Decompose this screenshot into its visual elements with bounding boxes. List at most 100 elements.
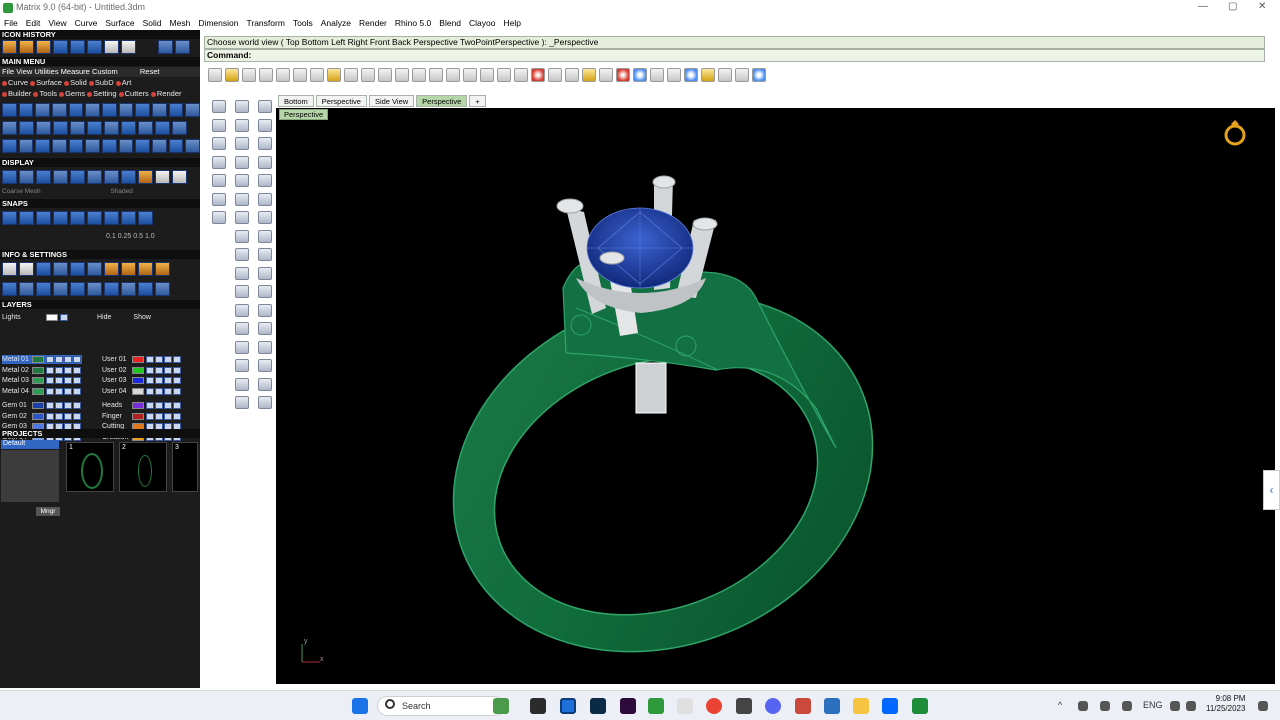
layer-visibility-toggle[interactable] — [155, 412, 163, 420]
layer-select-toggle[interactable] — [173, 412, 181, 420]
zalo-icon[interactable] — [882, 698, 898, 714]
setting-icon[interactable] — [121, 262, 136, 276]
snap-icon[interactable] — [2, 211, 17, 225]
display-mesh-select[interactable]: Coarse Mesh — [2, 188, 41, 195]
add-tab-button[interactable]: + — [469, 95, 486, 107]
arrow-left-icon[interactable] — [158, 40, 173, 54]
tool-icon[interactable] — [68, 103, 84, 117]
layer-row[interactable]: Metal 01 — [2, 355, 82, 364]
modeling-tool-icon[interactable] — [235, 396, 249, 409]
setting-icon[interactable] — [2, 262, 17, 276]
setting-icon[interactable] — [104, 262, 119, 276]
layer-lock-toggle[interactable] — [164, 402, 172, 409]
layer-visibility-toggle[interactable] — [55, 366, 63, 374]
history-tool-icon[interactable] — [70, 40, 85, 54]
display-icon[interactable] — [87, 170, 102, 184]
tool-icon[interactable] — [185, 103, 201, 117]
setting-icon[interactable] — [53, 282, 68, 296]
tool-icon[interactable] — [35, 139, 51, 153]
layer-visibility-toggle[interactable] — [55, 387, 63, 395]
macro-icon[interactable] — [735, 68, 749, 82]
modeling-tool-icon[interactable] — [235, 359, 249, 372]
print-icon[interactable] — [259, 68, 273, 82]
new-icon[interactable] — [208, 68, 222, 82]
copy-icon[interactable] — [310, 68, 324, 82]
setting-icon[interactable] — [70, 282, 85, 296]
pan-icon[interactable] — [361, 68, 375, 82]
setting-icon[interactable] — [19, 282, 34, 296]
setting-icon[interactable] — [138, 282, 153, 296]
menu-file[interactable]: File — [4, 18, 18, 28]
menu-solid[interactable]: Solid — [143, 18, 162, 28]
close-button[interactable]: ✕ — [1258, 1, 1266, 12]
layer-color-swatch[interactable] — [32, 387, 44, 395]
undo-icon[interactable] — [344, 68, 358, 82]
tab-perspective-active[interactable]: Perspective — [416, 95, 468, 107]
modeling-tool-icon[interactable] — [235, 248, 249, 261]
side-panel-expand-button[interactable]: ‹ — [1263, 470, 1280, 510]
modeling-tool-icon[interactable] — [212, 137, 226, 150]
task-view-icon[interactable] — [530, 698, 546, 714]
snap-icon[interactable] — [121, 211, 136, 225]
layer-visibility-toggle[interactable] — [55, 356, 63, 363]
modeling-tool-icon[interactable] — [212, 118, 226, 132]
app-icon[interactable] — [795, 698, 811, 714]
mm-render[interactable]: Render — [157, 89, 182, 98]
tool-icon[interactable] — [87, 121, 102, 135]
tool-icon[interactable] — [18, 139, 34, 153]
tab-side-view[interactable]: Side View — [368, 95, 415, 107]
tool-icon[interactable] — [35, 103, 51, 117]
mm-custom[interactable]: Custom — [92, 67, 118, 76]
tool-icon[interactable] — [18, 103, 34, 117]
wifi-icon[interactable] — [1170, 701, 1180, 711]
layer-select-toggle[interactable] — [173, 387, 181, 395]
tool-icon[interactable] — [70, 121, 85, 135]
layer-row[interactable]: Gem 02 — [2, 412, 82, 421]
tray-overflow-icon[interactable]: ^ — [1058, 700, 1062, 710]
layer-select-toggle[interactable] — [173, 366, 181, 374]
wireframe-sphere-icon[interactable] — [650, 68, 664, 82]
layer-visibility-toggle[interactable] — [155, 356, 163, 363]
tool-icon[interactable] — [172, 121, 187, 135]
save-icon[interactable] — [242, 68, 256, 82]
tool-icon[interactable] — [152, 103, 167, 117]
layer-row[interactable]: User 03 — [102, 376, 182, 385]
mm-solid[interactable]: Solid — [70, 78, 87, 87]
show-button[interactable]: Show — [133, 314, 151, 321]
tool-icon[interactable] — [118, 103, 134, 117]
layer-color-swatch[interactable] — [132, 402, 144, 409]
microphone-icon[interactable] — [1122, 701, 1132, 711]
mm-cutters[interactable]: Cutters — [125, 89, 149, 98]
mm-view[interactable]: View — [16, 67, 32, 76]
arrow-right-icon[interactable] — [175, 40, 190, 54]
layer-current-toggle[interactable] — [46, 366, 54, 374]
modeling-tool-icon[interactable] — [258, 340, 272, 354]
modeling-tool-icon[interactable] — [258, 100, 272, 113]
tool-icon[interactable] — [102, 103, 117, 117]
four-view-icon[interactable] — [514, 68, 528, 82]
undo-view-icon[interactable] — [480, 68, 494, 82]
mm-gems[interactable]: Gems — [65, 89, 85, 98]
select-icon[interactable] — [548, 68, 562, 82]
snap-value[interactable]: 0.1 — [106, 233, 116, 240]
snap-value[interactable]: 1.0 — [145, 233, 155, 240]
tool-icon[interactable] — [85, 139, 101, 153]
menu-dimension[interactable]: Dimension — [198, 18, 238, 28]
maximize-button[interactable]: ▢ — [1228, 1, 1237, 12]
layer-color-swatch[interactable] — [32, 412, 44, 420]
modeling-tool-icon[interactable] — [212, 211, 226, 224]
setting-icon[interactable] — [87, 262, 102, 276]
modeling-tool-icon[interactable] — [258, 211, 272, 224]
modeling-tool-icon[interactable] — [212, 192, 226, 206]
layer-color-swatch[interactable] — [132, 377, 144, 384]
modeling-tool-icon[interactable] — [258, 396, 272, 409]
windows-start-icon[interactable] — [352, 698, 368, 714]
modeling-tool-icon[interactable] — [258, 322, 272, 335]
project-thumb-2[interactable]: 2 — [119, 442, 167, 492]
layer-lock-toggle[interactable] — [64, 402, 72, 409]
layer-select-toggle[interactable] — [73, 412, 81, 420]
layer-visibility-toggle[interactable] — [55, 412, 63, 420]
hide-button[interactable]: Hide — [97, 314, 111, 321]
history-tool-icon[interactable] — [53, 40, 68, 54]
modeling-tool-icon[interactable] — [258, 137, 272, 150]
